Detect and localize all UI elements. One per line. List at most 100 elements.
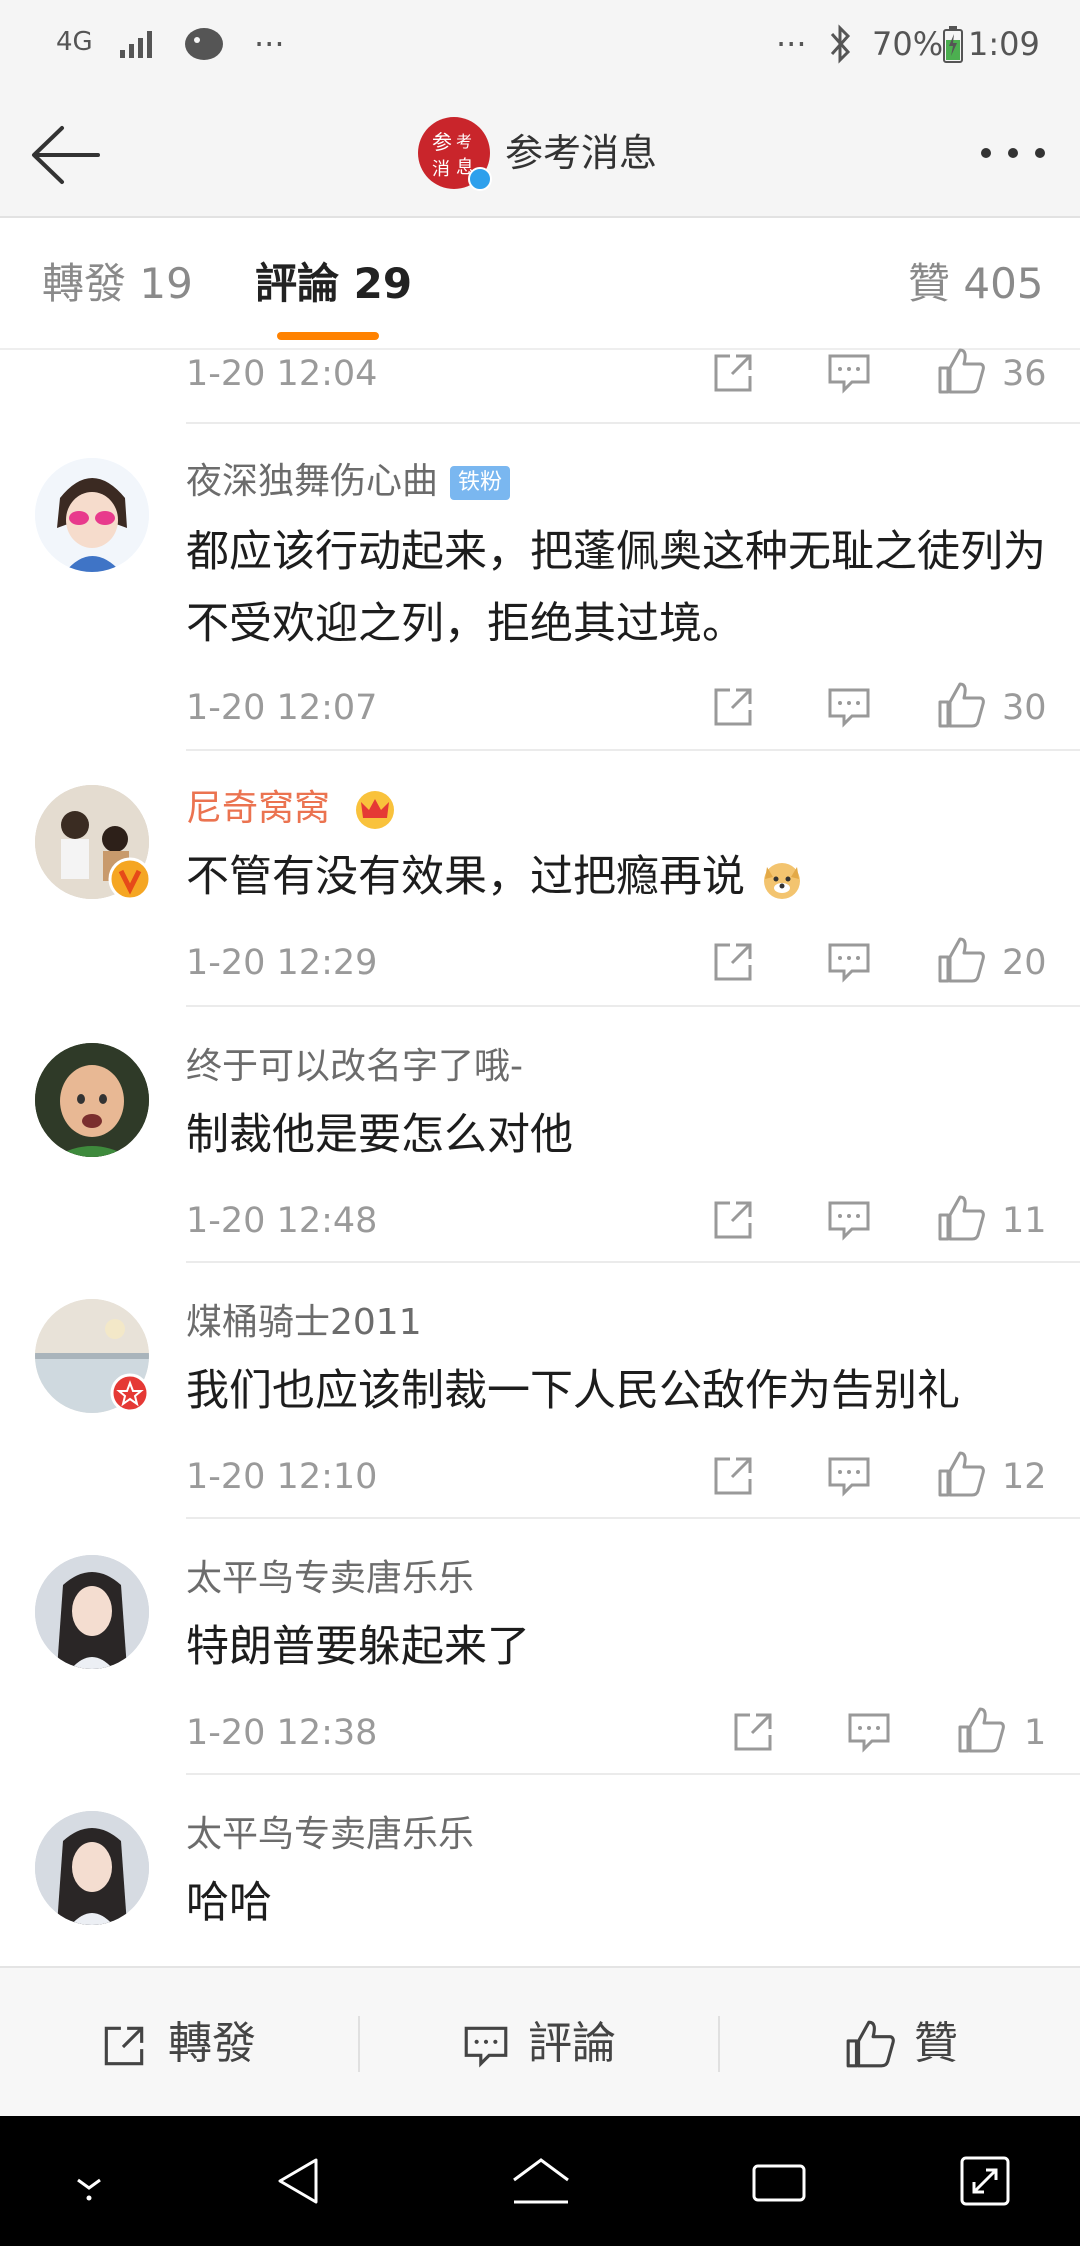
verified-personal-icon	[110, 1373, 150, 1413]
svg-text:考: 考	[456, 132, 472, 151]
status-bar: 4G ··· ··· 70% 1:09	[0, 0, 1080, 90]
avatar[interactable]	[35, 1555, 149, 1669]
like-count: 11	[1002, 1201, 1047, 1241]
comment-author-name[interactable]: 太平鸟专卖唐乐乐	[186, 1555, 474, 1603]
avatar[interactable]	[35, 1043, 149, 1157]
like-icon[interactable]	[936, 346, 986, 396]
comment-text: 不管有没有效果，过把瘾再说	[186, 841, 1046, 913]
comment-time: 1-20 12:29	[186, 943, 378, 983]
comment-text: 都应该行动起来，把蓬佩奥这种无耻之徒列为不受欢迎之列，拒绝其过境。	[186, 527, 1046, 649]
like-icon[interactable]	[936, 680, 986, 730]
hide-keyboard-icon[interactable]	[54, 2146, 124, 2216]
tab-likes[interactable]: 贊 405	[908, 256, 1044, 312]
comment-text: 哈哈	[186, 1878, 272, 1928]
share-icon[interactable]	[708, 348, 758, 398]
signal-icon	[120, 31, 152, 58]
comment-icon[interactable]	[824, 1195, 874, 1245]
svg-text:消: 消	[432, 159, 450, 180]
avatar[interactable]	[35, 1811, 149, 1925]
comment-text: 特朗普要躲起来了	[186, 1622, 530, 1672]
comment-author-name[interactable]: 尼奇窝窝	[186, 788, 330, 829]
comment-time: 1-20 12:10	[186, 1457, 378, 1497]
crown-icon	[356, 791, 395, 829]
comment-author-name[interactable]: 终于可以改名字了哦-	[186, 1043, 523, 1091]
tab-comments[interactable]: 評論 29	[255, 256, 412, 312]
comment-author[interactable]: 尼奇窝窝	[186, 785, 397, 833]
comment-icon[interactable]	[824, 348, 874, 398]
doge-emoji-icon	[763, 862, 800, 899]
app-notification-icon	[185, 28, 223, 60]
network-indicator: 4G	[56, 27, 93, 57]
status-more-dots: ···	[254, 25, 285, 63]
share-icon[interactable]	[728, 1707, 778, 1757]
share-icon[interactable]	[708, 682, 758, 732]
comment-text: 我们也应该制裁一下人民公敌作为告别礼	[186, 1366, 960, 1416]
back-icon[interactable]	[264, 2146, 334, 2216]
verified-badge-icon	[468, 167, 492, 191]
comment-icon[interactable]	[844, 1707, 894, 1757]
comment-icon[interactable]	[824, 682, 874, 732]
like-count: 30	[1002, 688, 1047, 728]
rotate-screen-icon[interactable]	[950, 2146, 1020, 2216]
like-icon[interactable]	[936, 1449, 986, 1499]
like-count: 36	[1002, 354, 1047, 394]
fan-badge: 铁粉	[450, 466, 511, 500]
header: 参 考 消 息 参考消息	[0, 90, 1080, 218]
comment-label: 評論	[528, 2018, 616, 2069]
comment-author-name[interactable]: 太平鸟专卖唐乐乐	[186, 1811, 474, 1859]
comment-item: 终于可以改名字了哦- 制裁他是要怎么对他 1-20 12:48 11	[0, 1007, 1080, 1263]
like-count: 1	[1024, 1713, 1047, 1753]
clock: 1:09	[968, 25, 1040, 63]
recent-apps-icon[interactable]	[744, 2146, 814, 2216]
comment-icon	[464, 2026, 508, 2068]
svg-text:参: 参	[432, 130, 452, 154]
comment-item: 煤桶骑士2011 我们也应该制裁一下人民公敌作为告别礼 1-20 12:10 1…	[0, 1263, 1080, 1519]
comment-time: 1-20 12:38	[186, 1713, 378, 1753]
share-icon[interactable]	[708, 1451, 758, 1501]
system-nav-bar	[0, 2116, 1080, 2246]
home-icon[interactable]	[506, 2146, 576, 2216]
vip-verified-icon	[108, 857, 152, 901]
tab-bar: 轉發 19 評論 29 贊 405	[0, 220, 1080, 350]
comment-icon[interactable]	[824, 937, 874, 987]
bottom-action-bar: 轉發 評論 贊	[0, 1966, 1080, 2116]
comment-author-name[interactable]: 夜深独舞伤心曲	[186, 461, 438, 502]
comment-icon[interactable]	[824, 1451, 874, 1501]
tab-repost[interactable]: 轉發 19	[42, 256, 193, 312]
share-icon[interactable]	[708, 1195, 758, 1245]
arrow-left-icon[interactable]	[26, 120, 106, 190]
share-icon[interactable]	[708, 937, 758, 987]
battery-charging-icon	[943, 26, 963, 63]
share-icon	[104, 2026, 144, 2066]
like-count: 12	[1002, 1457, 1047, 1497]
comment-item: 1-20 12:04 36	[0, 348, 1080, 424]
comment-item: 尼奇窝窝 不管有没有效果，过把瘾再说 1-20 12:29 20	[0, 751, 1080, 1007]
active-tab-indicator	[277, 332, 379, 340]
like-icon	[846, 2020, 895, 2068]
comment-item: 夜深独舞伤心曲 铁粉 都应该行动起来，把蓬佩奥这种无耻之徒列为不受欢迎之列，拒绝其…	[0, 424, 1080, 751]
bluetooth-icon	[830, 24, 851, 64]
like-button[interactable]: 贊	[720, 1968, 1080, 2118]
comment-text: 制裁他是要怎么对他	[186, 1110, 573, 1160]
comment-button[interactable]: 評論	[360, 1968, 718, 2118]
like-icon[interactable]	[936, 935, 986, 985]
avatar[interactable]	[35, 458, 149, 572]
repost-label: 轉發	[168, 2018, 256, 2069]
comment-author-name[interactable]: 煤桶骑士2011	[186, 1299, 422, 1347]
comment-text-body: 不管有没有效果，过把瘾再说	[186, 852, 745, 902]
comment-item: 太平鸟专卖唐乐乐 特朗普要躲起来了 1-20 12:38 1	[0, 1519, 1080, 1775]
status-more-dots-right: ···	[776, 25, 807, 63]
comment-item: 太平鸟专卖唐乐乐 哈哈	[0, 1775, 1080, 1965]
comment-author[interactable]: 夜深独舞伤心曲 铁粉	[186, 458, 511, 506]
battery-percent: 70%	[872, 25, 944, 63]
like-icon[interactable]	[936, 1193, 986, 1243]
comment-time: 1-20 12:07	[186, 688, 378, 728]
comment-time: 1-20 12:04	[186, 354, 378, 394]
like-icon[interactable]	[956, 1705, 1006, 1755]
comment-time: 1-20 12:48	[186, 1201, 378, 1241]
page-title: 参考消息	[505, 131, 658, 175]
repost-button[interactable]: 轉發	[0, 1968, 358, 2118]
like-count: 20	[1002, 943, 1047, 983]
more-dots-icon[interactable]	[978, 138, 1048, 168]
like-label: 贊	[914, 2018, 958, 2069]
